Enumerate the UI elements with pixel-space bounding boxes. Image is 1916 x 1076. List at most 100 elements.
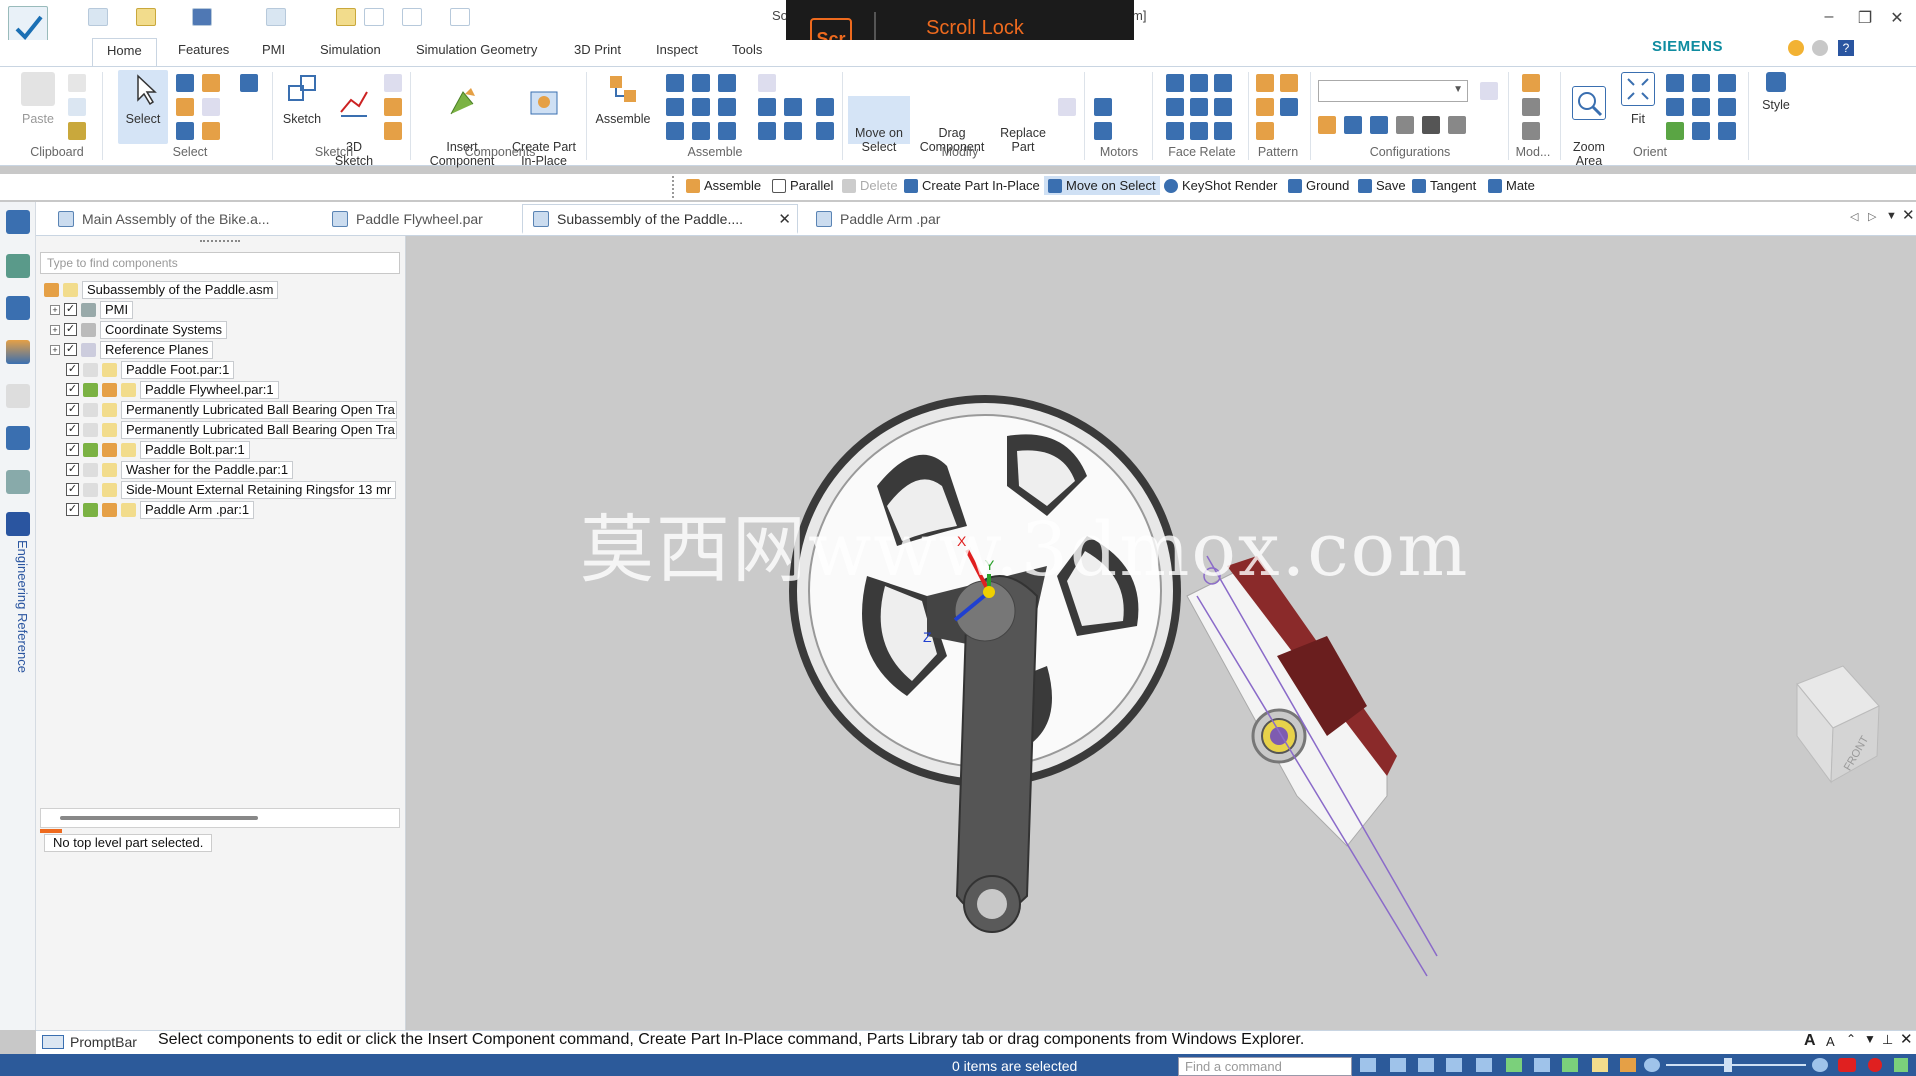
sketch-option-icon[interactable] bbox=[384, 74, 402, 92]
pin-icon[interactable]: ⊥ bbox=[1882, 1032, 1893, 1048]
move-on-select-button[interactable]: Move on Select bbox=[848, 96, 910, 154]
tree-item-ball-bearing-1[interactable]: ✓ Permanently Lubricated Ball Bearing Op… bbox=[50, 400, 397, 419]
engineering-reference-label[interactable]: Engineering Reference bbox=[4, 540, 30, 690]
fit-icon[interactable] bbox=[1446, 1058, 1462, 1072]
cam-icon[interactable] bbox=[758, 98, 776, 116]
pattern-icon[interactable] bbox=[1256, 122, 1274, 140]
tree-item-paddle-foot[interactable]: ✓ Paddle Foot.par:1 bbox=[50, 360, 235, 379]
zoom-icon[interactable] bbox=[1418, 1058, 1434, 1072]
frown-icon[interactable] bbox=[1812, 40, 1828, 56]
select-window-icon[interactable] bbox=[176, 122, 194, 140]
tab-tools[interactable]: Tools bbox=[726, 42, 768, 57]
select-filter-icon[interactable] bbox=[176, 98, 194, 116]
crank-arm-part[interactable] bbox=[954, 575, 1039, 933]
select-group-icon[interactable] bbox=[202, 74, 220, 92]
config-icon[interactable] bbox=[1396, 116, 1414, 134]
config-icon[interactable] bbox=[1448, 116, 1466, 134]
visibility-checkbox[interactable]: ✓ bbox=[64, 343, 77, 356]
visibility-checkbox[interactable]: ✓ bbox=[66, 363, 79, 376]
zoom-slider[interactable] bbox=[1666, 1064, 1806, 1066]
rotate-icon[interactable] bbox=[1666, 98, 1684, 116]
config-icon[interactable] bbox=[1344, 116, 1362, 134]
simulate-motor-icon[interactable] bbox=[1094, 122, 1112, 140]
view-icon[interactable] bbox=[1718, 74, 1736, 92]
collapse-up-icon[interactable]: ⌃ bbox=[1846, 1032, 1856, 1046]
mod-icon[interactable] bbox=[1522, 98, 1540, 116]
tree-item-washer[interactable]: ✓ Washer for the Paddle.par:1 bbox=[50, 460, 294, 479]
cmd-create-part-inplace[interactable]: Create Part In-Place bbox=[904, 178, 1040, 193]
refresh-icon[interactable] bbox=[1666, 122, 1684, 140]
paste-special-icon[interactable] bbox=[68, 122, 86, 140]
face-relate-icon[interactable] bbox=[1166, 98, 1184, 116]
record-icon[interactable] bbox=[1868, 1058, 1882, 1072]
doc-tab-subassembly[interactable]: Subassembly of the Paddle.... ✕ bbox=[522, 204, 798, 234]
center-plane-icon[interactable] bbox=[758, 122, 776, 140]
flip-icon[interactable] bbox=[816, 98, 834, 116]
copy-icon[interactable] bbox=[68, 98, 86, 116]
face-relate-icon[interactable] bbox=[1214, 122, 1232, 140]
feature-library-icon[interactable] bbox=[6, 426, 30, 450]
relationships-icon[interactable] bbox=[6, 470, 30, 494]
rotate-icon[interactable] bbox=[1506, 1058, 1522, 1072]
find-command-input[interactable]: Find a command bbox=[1178, 1057, 1352, 1076]
style-button[interactable]: Style bbox=[1756, 72, 1796, 112]
find-icon[interactable] bbox=[240, 74, 258, 92]
smiley-icon[interactable] bbox=[1788, 40, 1804, 56]
angle-icon[interactable] bbox=[692, 98, 710, 116]
component-search-input[interactable]: Type to find components bbox=[40, 252, 400, 274]
tree-item-paddle-bolt[interactable]: ✓ Paddle Bolt.par:1 bbox=[50, 440, 250, 459]
font-size-up-icon[interactable]: A bbox=[1804, 1032, 1816, 1050]
cmd-keyshot-render[interactable]: KeyShot Render bbox=[1164, 178, 1277, 193]
select-list-icon[interactable] bbox=[202, 98, 220, 116]
expand-icon[interactable]: + bbox=[50, 344, 60, 355]
cmd-mate[interactable]: Mate bbox=[1488, 178, 1535, 193]
tab-home[interactable]: Home bbox=[92, 38, 157, 66]
close-tab-icon[interactable]: ✕ bbox=[778, 210, 791, 228]
pattern-icon[interactable] bbox=[1256, 98, 1274, 116]
view-icon[interactable] bbox=[1534, 1058, 1550, 1072]
doc-tab-main-assembly[interactable]: Main Assembly of the Bike.a... bbox=[48, 204, 280, 234]
visibility-checkbox[interactable]: ✓ bbox=[66, 383, 79, 396]
face-relate-icon[interactable] bbox=[1166, 74, 1184, 92]
view-cube[interactable]: FRONT bbox=[1796, 665, 1880, 784]
shading-icon[interactable] bbox=[1562, 1058, 1578, 1072]
rigid-set-icon[interactable] bbox=[718, 122, 736, 140]
dropdown-icon[interactable]: ▼ bbox=[1864, 1032, 1876, 1046]
cmd-tangent[interactable]: Tangent bbox=[1412, 178, 1476, 193]
gear-icon[interactable] bbox=[784, 98, 802, 116]
assemble-button[interactable]: Assemble bbox=[592, 72, 654, 126]
visibility-checkbox[interactable]: ✓ bbox=[66, 443, 79, 456]
visibility-checkbox[interactable]: ✓ bbox=[66, 403, 79, 416]
redo-icon[interactable] bbox=[402, 8, 422, 26]
properties-icon[interactable] bbox=[336, 8, 356, 26]
match-coord-icon[interactable] bbox=[666, 122, 684, 140]
config-icon[interactable] bbox=[1370, 116, 1388, 134]
tangent-icon[interactable] bbox=[718, 98, 736, 116]
tree-item-paddle-arm[interactable]: ✓ Paddle Arm .par:1 bbox=[50, 500, 255, 519]
engineering-reference-icon[interactable] bbox=[6, 512, 30, 536]
view-icon[interactable] bbox=[1718, 122, 1736, 140]
visibility-checkbox[interactable]: ✓ bbox=[66, 423, 79, 436]
face-relate-icon[interactable] bbox=[1214, 74, 1232, 92]
view-style-icon[interactable] bbox=[1592, 1058, 1608, 1072]
configuration-dropdown[interactable]: ▼ bbox=[1318, 80, 1468, 102]
select-button[interactable]: Select bbox=[118, 70, 168, 144]
relationship-icon[interactable] bbox=[816, 122, 834, 140]
cmd-delete[interactable]: Delete bbox=[842, 178, 898, 193]
expand-icon[interactable]: + bbox=[50, 304, 60, 315]
close-icon[interactable]: ✕ bbox=[1886, 8, 1908, 28]
config-save-icon[interactable] bbox=[1480, 82, 1498, 100]
save-icon[interactable] bbox=[192, 8, 212, 26]
connect-icon[interactable] bbox=[666, 98, 684, 116]
face-relate-icon[interactable] bbox=[1214, 98, 1232, 116]
tab-scroll-left-icon[interactable]: ◁ bbox=[1850, 210, 1858, 223]
mod-icon[interactable] bbox=[1522, 122, 1540, 140]
ground-icon[interactable] bbox=[784, 122, 802, 140]
select-tool-icon[interactable] bbox=[176, 74, 194, 92]
sketch-tool-icon[interactable] bbox=[384, 98, 402, 116]
visibility-checkbox[interactable]: ✓ bbox=[64, 303, 77, 316]
pan-icon[interactable] bbox=[1692, 74, 1710, 92]
print-icon[interactable] bbox=[266, 8, 286, 26]
restore-icon[interactable]: ❐ bbox=[1854, 8, 1876, 28]
motor-icon[interactable] bbox=[1094, 98, 1112, 116]
